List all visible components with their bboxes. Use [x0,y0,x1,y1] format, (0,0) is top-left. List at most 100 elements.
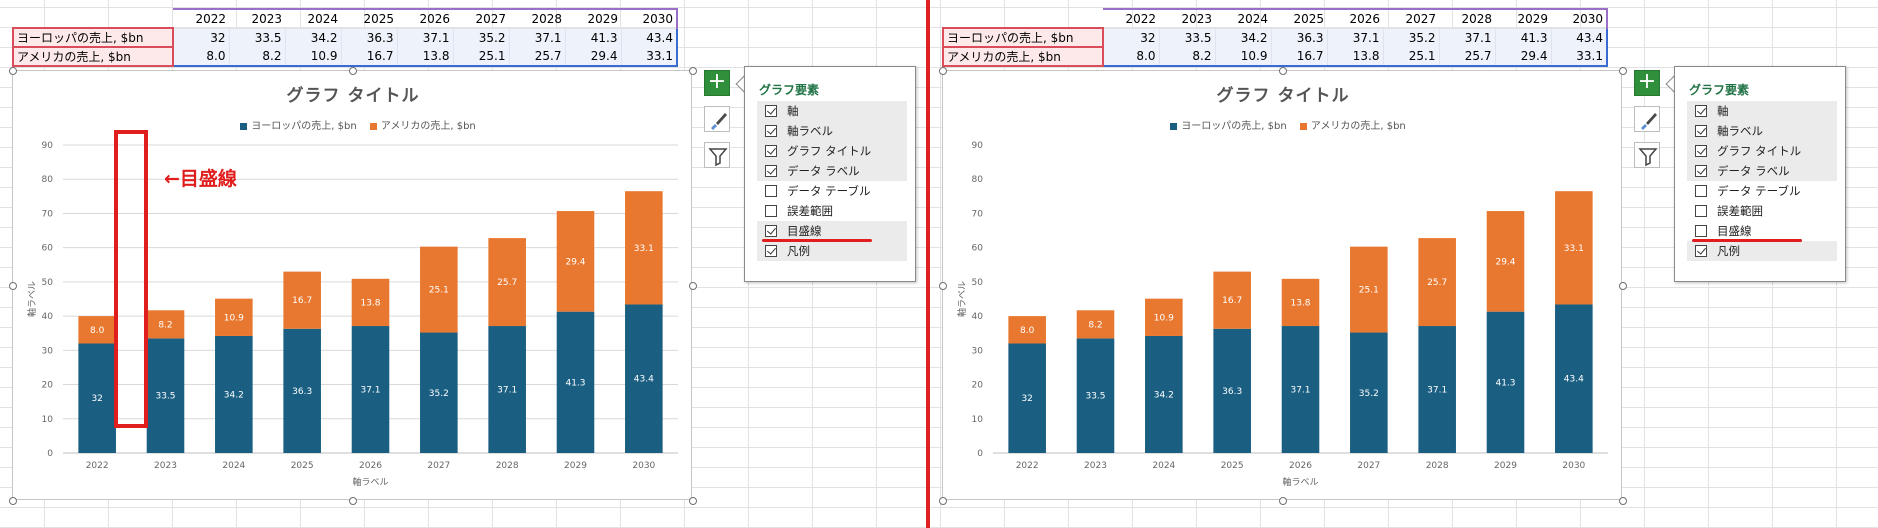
table-cell[interactable]: 33.5 [1158,27,1215,47]
year-header[interactable]: 2022 [1103,8,1159,28]
row-label-america[interactable]: アメリカの売上, $bn [12,46,174,67]
year-header[interactable]: 2030 [1551,8,1608,28]
table-cell[interactable]: 41.3 [564,27,621,47]
year-header[interactable]: 2025 [341,8,397,28]
table-cell[interactable]: 35.2 [452,27,509,47]
checkbox-icon[interactable] [1695,125,1707,137]
resize-handle[interactable] [1619,282,1627,290]
checkbox-icon[interactable] [765,125,777,137]
chart-element-option[interactable]: 軸 [1687,101,1837,121]
year-header[interactable]: 2022 [173,8,229,28]
table-cell[interactable]: 33.1 [1550,47,1608,67]
checkbox-icon[interactable] [765,145,777,157]
chart-filters-button[interactable] [1634,142,1660,168]
table-cell[interactable]: 41.3 [1494,27,1551,47]
table-cell[interactable]: 29.4 [1494,47,1551,67]
year-header[interactable]: 2028 [509,8,565,28]
chart-element-option[interactable]: 凡例 [757,241,907,261]
resize-handle[interactable] [1619,497,1627,505]
year-header[interactable]: 2023 [229,8,285,28]
resize-handle[interactable] [939,67,947,75]
table-cell[interactable]: 13.8 [396,47,453,67]
year-header[interactable]: 2026 [397,8,453,28]
chart-element-option[interactable]: グラフ タイトル [1687,141,1837,161]
table-cell[interactable]: 33.5 [228,27,285,47]
checkbox-icon[interactable] [1695,205,1707,217]
row-label-america[interactable]: アメリカの売上, $bn [942,46,1104,67]
table-cell[interactable]: 32 [172,27,229,47]
table-cell[interactable]: 8.2 [228,47,285,67]
checkbox-icon[interactable] [765,245,777,257]
chart-element-option[interactable]: 目盛線 [757,221,907,241]
table-cell[interactable]: 29.4 [564,47,621,67]
resize-handle[interactable] [9,67,17,75]
table-cell[interactable]: 16.7 [1270,47,1327,67]
resize-handle[interactable] [1279,67,1287,75]
chart-element-option[interactable]: 軸 [757,101,907,121]
table-cell[interactable]: 36.3 [340,27,397,47]
chart-area[interactable]: グラフ タイトル ヨーロッパの売上, $bn アメリカの売上, $bn 0 10 2… [939,67,1627,505]
table-cell[interactable]: 36.3 [1270,27,1327,47]
resize-handle[interactable] [349,497,357,505]
resize-handle[interactable] [939,497,947,505]
checkbox-icon[interactable] [765,205,777,217]
chart-element-option[interactable]: データ ラベル [757,161,907,181]
resize-handle[interactable] [9,497,17,505]
checkbox-icon[interactable] [1695,185,1707,197]
table-cell[interactable]: 35.2 [1382,27,1439,47]
checkbox-icon[interactable] [1695,245,1707,257]
year-header[interactable]: 2029 [565,8,621,28]
table-cell[interactable]: 16.7 [340,47,397,67]
table-cell[interactable]: 37.1 [1326,27,1383,47]
resize-handle[interactable] [689,282,697,290]
table-cell[interactable]: 25.1 [1382,47,1439,67]
table-cell[interactable]: 13.8 [1326,47,1383,67]
chart-element-option[interactable]: 軸ラベル [757,121,907,141]
chart-element-option[interactable]: 軸ラベル [1687,121,1837,141]
checkbox-icon[interactable] [1695,105,1707,117]
chart-styles-button[interactable] [1634,106,1660,132]
table-cell[interactable]: 10.9 [284,47,341,67]
resize-handle[interactable] [689,67,697,75]
resize-handle[interactable] [1619,67,1627,75]
checkbox-icon[interactable] [1695,165,1707,177]
table-cell[interactable]: 43.4 [1550,27,1608,47]
chart-element-option[interactable]: グラフ タイトル [757,141,907,161]
resize-handle[interactable] [9,282,17,290]
chart-element-option[interactable]: 誤差範囲 [1687,201,1837,221]
year-header[interactable]: 2030 [621,8,678,28]
checkbox-icon[interactable] [1695,145,1707,157]
checkbox-icon[interactable] [765,105,777,117]
year-header[interactable]: 2025 [1271,8,1327,28]
checkbox-icon[interactable] [765,185,777,197]
table-cell[interactable]: 32 [1102,27,1159,47]
resize-handle[interactable] [349,67,357,75]
chart-styles-button[interactable] [704,106,730,132]
chart-elements-button[interactable]: + [1634,70,1660,96]
year-header[interactable]: 2027 [1383,8,1439,28]
year-header[interactable]: 2024 [285,8,341,28]
chart-filters-button[interactable] [704,142,730,168]
chart-element-option[interactable]: 凡例 [1687,241,1837,261]
checkbox-icon[interactable] [1695,225,1707,237]
year-header[interactable]: 2028 [1439,8,1495,28]
chart-element-option[interactable]: 誤差範囲 [757,201,907,221]
table-cell[interactable]: 43.4 [620,27,678,47]
chart-element-option[interactable]: データ テーブル [1687,181,1837,201]
chart-element-option[interactable]: データ テーブル [757,181,907,201]
year-header[interactable]: 2029 [1495,8,1551,28]
table-cell[interactable]: 25.7 [508,47,565,67]
table-cell[interactable]: 34.2 [284,27,341,47]
year-header[interactable]: 2024 [1215,8,1271,28]
chart-element-option[interactable]: データ ラベル [1687,161,1837,181]
resize-handle[interactable] [939,282,947,290]
row-label-europe[interactable]: ヨーロッパの売上, $bn [942,27,1104,48]
chart-element-option[interactable]: 目盛線 [1687,221,1837,241]
year-header[interactable]: 2026 [1327,8,1383,28]
table-cell[interactable]: 25.7 [1438,47,1495,67]
table-cell[interactable]: 37.1 [508,27,565,47]
table-cell[interactable]: 8.0 [172,47,229,67]
table-cell[interactable]: 37.1 [1438,27,1495,47]
table-cell[interactable]: 8.0 [1102,47,1159,67]
table-cell[interactable]: 10.9 [1214,47,1271,67]
